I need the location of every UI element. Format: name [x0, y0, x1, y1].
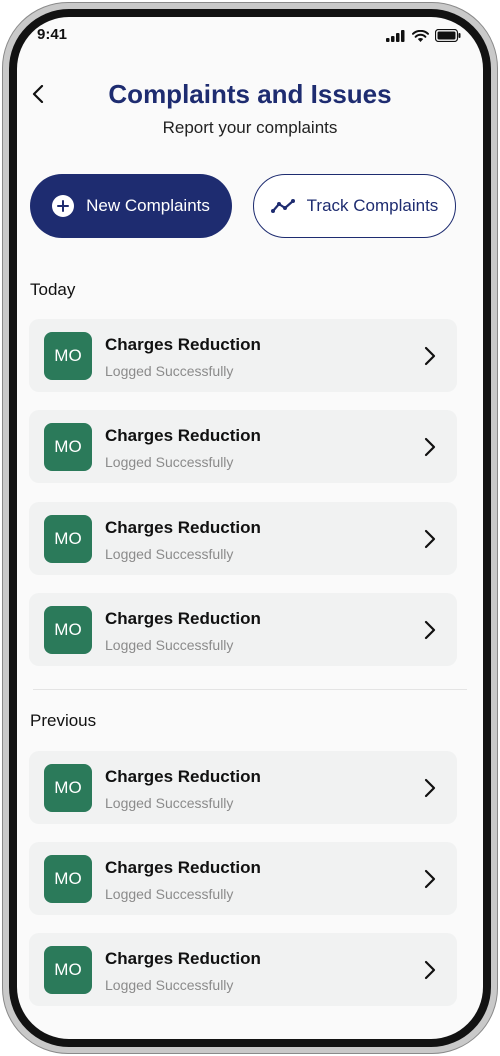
complaint-title: Charges Reduction [105, 609, 261, 628]
complaint-status: Logged Successfully [105, 795, 234, 811]
chevron-right-icon [424, 869, 436, 889]
phone-bezel: 9:41 Complaints and Issues Report your c… [9, 9, 491, 1047]
section-divider [33, 689, 467, 690]
chevron-right-icon [424, 346, 436, 366]
complaint-title: Charges Reduction [105, 518, 261, 537]
complaint-status: Logged Successfully [105, 363, 234, 379]
complaint-title: Charges Reduction [105, 949, 261, 968]
complaint-status: Logged Successfully [105, 977, 234, 993]
complaint-item[interactable]: MO Charges Reduction Logged Successfully [29, 933, 457, 1006]
complaint-item[interactable]: MO Charges Reduction Logged Successfully [29, 842, 457, 915]
complaint-status: Logged Successfully [105, 546, 234, 562]
section-label-previous: Previous [30, 711, 97, 730]
signal-icon [386, 29, 405, 42]
chevron-right-icon [424, 620, 436, 640]
app-screen: 9:41 Complaints and Issues Report your c… [17, 17, 483, 1039]
chevron-right-icon [424, 529, 436, 549]
section-label-today: Today [30, 280, 76, 299]
battery-icon [435, 29, 461, 42]
new-complaints-button[interactable]: New Complaints [30, 174, 232, 238]
page-title: Complaints and Issues [108, 79, 392, 109]
complaint-item[interactable]: MO Charges Reduction Logged Successfully [29, 410, 457, 483]
complaint-title: Charges Reduction [105, 767, 261, 786]
new-complaints-label: New Complaints [86, 196, 210, 215]
complaint-status: Logged Successfully [105, 637, 234, 653]
avatar: MO [44, 606, 92, 654]
chevron-right-icon [424, 960, 436, 980]
avatar: MO [44, 515, 92, 563]
trend-line-icon [270, 199, 295, 213]
avatar: MO [44, 946, 92, 994]
phone-frame: 9:41 Complaints and Issues Report your c… [2, 2, 498, 1054]
status-time: 9:41 [37, 26, 68, 43]
page-subtitle: Report your complaints [162, 118, 338, 137]
complaint-title: Charges Reduction [105, 858, 261, 877]
avatar: MO [44, 855, 92, 903]
track-complaints-button[interactable]: Track Complaints [253, 174, 456, 238]
avatar: MO [44, 764, 92, 812]
chevron-right-icon [424, 437, 436, 457]
avatar: MO [44, 332, 92, 380]
complaint-item[interactable]: MO Charges Reduction Logged Successfully [29, 593, 457, 666]
plus-circle-icon [52, 195, 75, 217]
avatar: MO [44, 423, 92, 471]
chevron-right-icon [424, 778, 436, 798]
wifi-icon [412, 29, 429, 42]
complaint-item[interactable]: MO Charges Reduction Logged Successfully [29, 502, 457, 575]
complaint-item[interactable]: MO Charges Reduction Logged Successfully [29, 751, 457, 824]
status-icons [386, 29, 461, 42]
complaint-title: Charges Reduction [105, 335, 261, 354]
complaint-status: Logged Successfully [105, 886, 234, 902]
complaint-title: Charges Reduction [105, 426, 261, 445]
complaint-item[interactable]: MO Charges Reduction Logged Successfully [29, 319, 457, 392]
track-complaints-label: Track Complaints [306, 196, 439, 215]
complaint-status: Logged Successfully [105, 454, 234, 470]
